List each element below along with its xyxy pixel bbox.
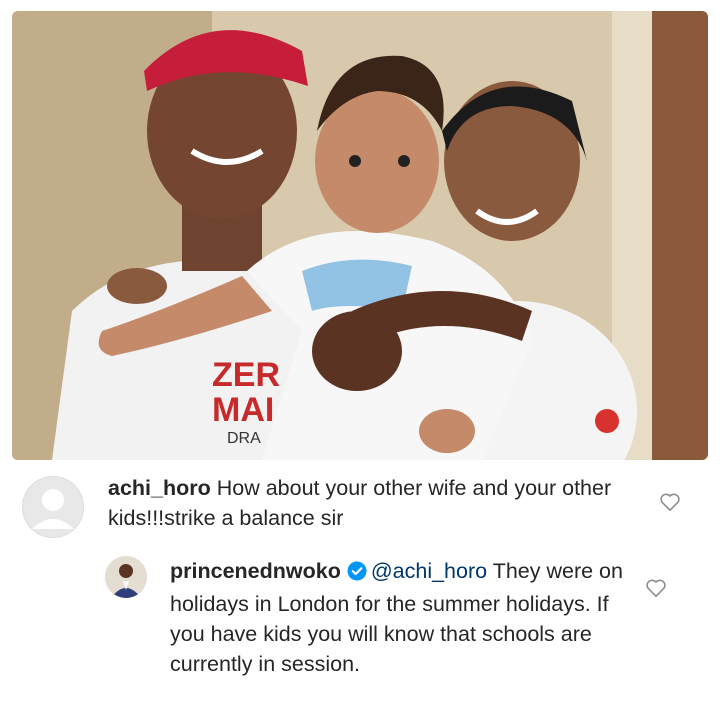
svg-text:MAI: MAI [212,391,274,429]
comment-2-body: princenednwoko @achi_horo They were on ho… [170,556,640,679]
svg-text:DRA: DRA [227,430,261,447]
profile-photo-avatar[interactable] [105,556,147,598]
default-user-avatar-icon[interactable] [22,476,84,538]
comment-2-mention[interactable]: @achi_horo [371,559,487,583]
comment-1-body: achi_horo How about your other wife and … [108,473,628,533]
heart-icon[interactable] [659,492,681,517]
comment-2-username[interactable]: princenednwoko [170,559,341,583]
svg-text:ZER: ZER [212,356,280,394]
verified-badge-icon [347,559,367,589]
comment-1-username[interactable]: achi_horo [108,476,211,500]
post-photo[interactable]: ZER MAI DRA [12,11,708,460]
heart-icon[interactable] [645,578,667,603]
